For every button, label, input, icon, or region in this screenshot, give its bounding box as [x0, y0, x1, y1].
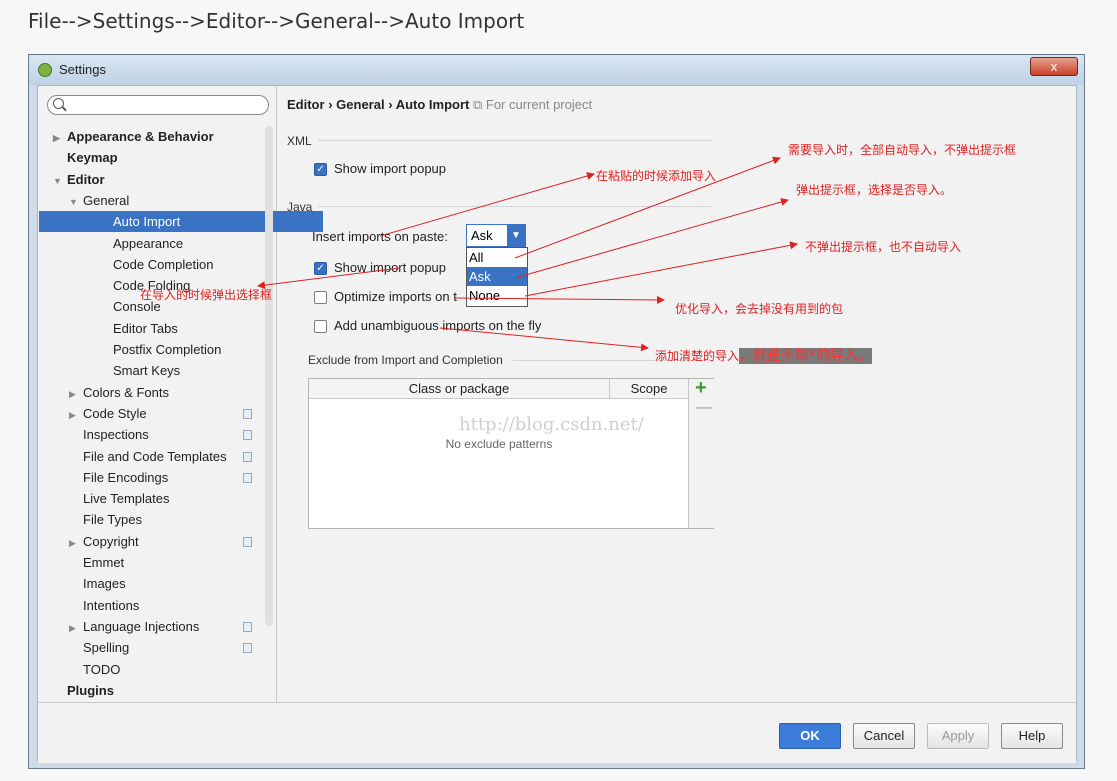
annotation-unambiguous: 添加清楚的导入，就是不带*的导入。: [655, 345, 873, 365]
arrow-optimize-to-a6: [454, 295, 665, 304]
annotation-popup: 在导入的时候弹出选择框: [140, 288, 273, 302]
arrow-unambiguous-to-a7: [439, 327, 649, 352]
arrow-paste-to-a2: [379, 172, 595, 237]
annotation-optimize: 优化导入，会去掉没有用到的包: [675, 302, 844, 316]
annotation-ask: 弹出提示框，选择是否导入。: [796, 183, 953, 197]
arrow-none-to-a4: [524, 241, 798, 297]
annotation-none: 不弹出提示框，也不自动导入: [805, 240, 962, 254]
annotation-all: 需要导入时，全部自动导入，不弹出提示框: [788, 143, 1017, 157]
annotation-unambiguous-text: 添加清楚的导入: [655, 349, 740, 363]
arrow-ask-to-a3: [514, 198, 789, 279]
annotation-unambiguous-highlight: ，就是不带*的导入。: [739, 348, 873, 364]
annotation-paste: 在粘贴的时候添加导入: [596, 169, 717, 183]
annotation-arrows: [257, 156, 798, 352]
arrow-popup-to-a5: [257, 267, 401, 290]
